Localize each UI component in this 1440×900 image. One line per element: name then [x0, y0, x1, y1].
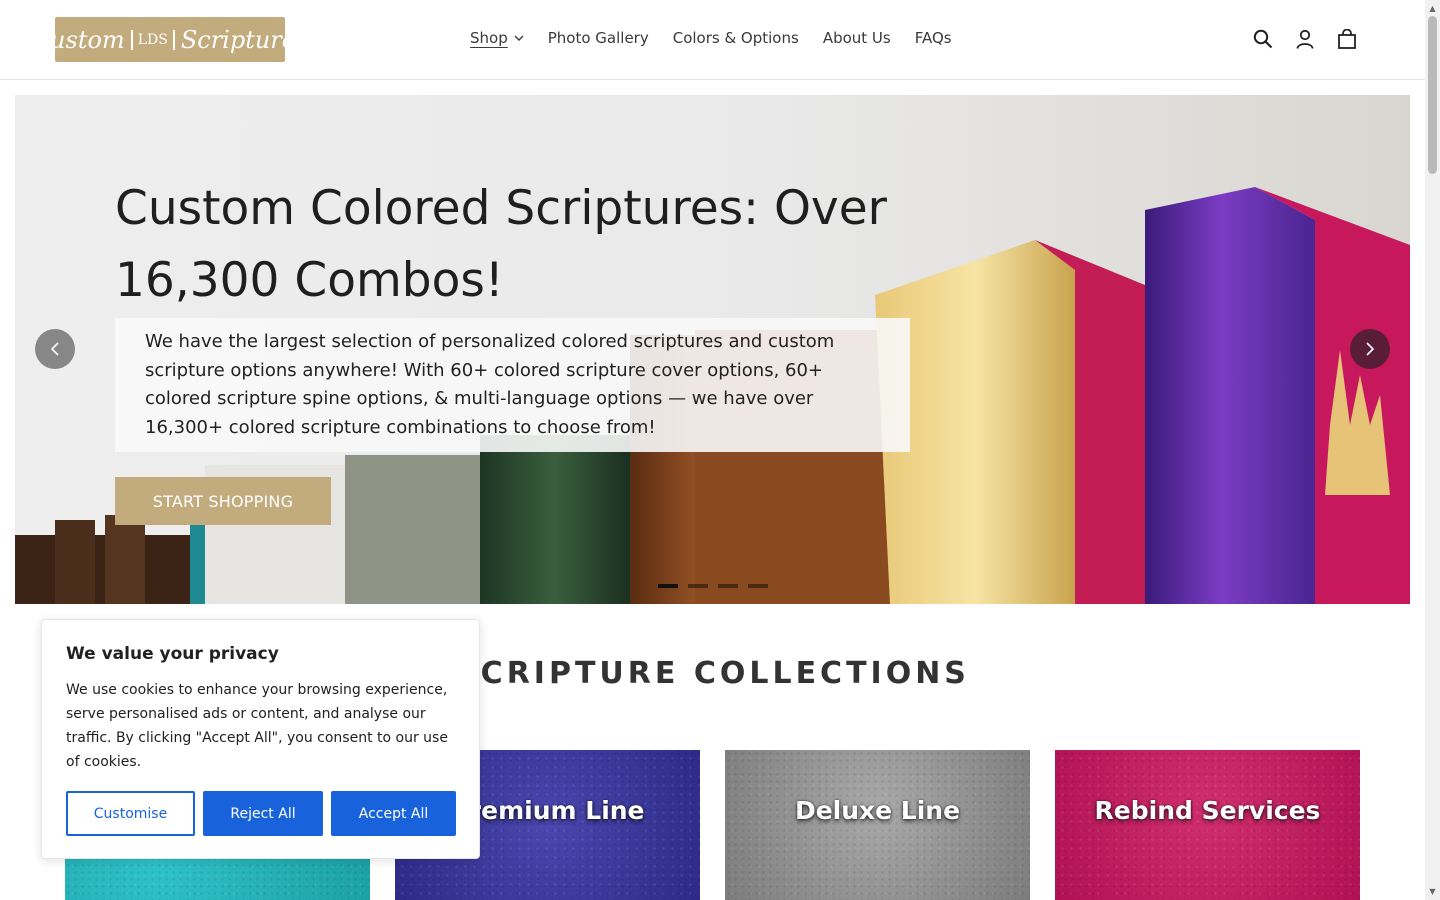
customise-button[interactable]: Customise: [66, 791, 195, 836]
chevron-down-icon: [514, 33, 524, 44]
nav-item-label: Shop: [470, 29, 508, 47]
nav-item-photo-gallery[interactable]: Photo Gallery: [548, 29, 649, 47]
slide-dot-2[interactable]: [688, 584, 708, 588]
account-icon[interactable]: [1293, 26, 1317, 52]
start-shopping-button[interactable]: START SHOPPING: [115, 477, 331, 525]
accept-all-button[interactable]: Accept All: [331, 791, 456, 836]
header-icons: [1251, 26, 1359, 52]
leather-texture: [1055, 750, 1360, 900]
collection-card-deluxe[interactable]: Deluxe Line: [725, 750, 1030, 900]
main-nav: Shop Photo Gallery Colors & Options Abou…: [470, 29, 952, 47]
collection-card-rebind[interactable]: Rebind Services: [1055, 750, 1360, 900]
slide-indicators: [658, 584, 768, 588]
nav-item-label: Photo Gallery: [547, 29, 649, 47]
cookie-text: We use cookies to enhance your browsing …: [66, 682, 448, 770]
nav-item-label: Colors & Options: [672, 29, 799, 47]
site-header: Custom LDS Scriptures Shop Photo Gallery…: [0, 0, 1425, 80]
search-icon[interactable]: [1251, 26, 1275, 52]
logo-word-lds: LDS: [130, 29, 175, 50]
nav-item-label: FAQs: [914, 29, 952, 47]
logo-word-custom: Custom: [31, 25, 125, 54]
chevron-right-icon: [1366, 342, 1375, 356]
slide-dot-3[interactable]: [718, 584, 738, 588]
cookie-buttons: Customise Reject All Accept All: [66, 791, 456, 836]
logo-word-scriptures: Scriptures: [180, 25, 309, 54]
scroll-up-arrow-icon[interactable]: ▲: [1425, 4, 1440, 13]
nav-item-label: About Us: [822, 29, 891, 47]
slide-dot-4[interactable]: [748, 584, 768, 588]
nav-item-faqs[interactable]: FAQs: [915, 29, 952, 47]
scroll-thumb[interactable]: [1428, 16, 1437, 174]
hero-slideshow: Custom Colored Scriptures: Over 16,300 C…: [15, 95, 1410, 604]
site-logo[interactable]: Custom LDS Scriptures: [32, 17, 308, 62]
hero-title: Custom Colored Scriptures: Over 16,300 C…: [115, 181, 887, 308]
cookie-consent-banner: We value your privacy We use cookies to …: [41, 619, 480, 859]
slide-dot-1[interactable]: [658, 584, 678, 588]
cart-icon[interactable]: [1335, 26, 1359, 52]
hero-description: We have the largest selection of persona…: [115, 318, 910, 452]
scroll-down-arrow-icon[interactable]: ▼: [1425, 887, 1440, 896]
nav-item-shop[interactable]: Shop: [470, 29, 524, 47]
reject-all-button[interactable]: Reject All: [203, 791, 323, 836]
nav-item-colors-options[interactable]: Colors & Options: [673, 29, 799, 47]
slide-prev-button[interactable]: [35, 329, 75, 369]
leather-texture: [725, 750, 1030, 900]
page-scrollbar[interactable]: ▲ ▼: [1425, 0, 1440, 900]
chevron-left-icon: [50, 342, 59, 356]
nav-item-about-us[interactable]: About Us: [823, 29, 891, 47]
cookie-title: We value your privacy: [66, 644, 279, 664]
slide-next-button[interactable]: [1350, 329, 1390, 369]
